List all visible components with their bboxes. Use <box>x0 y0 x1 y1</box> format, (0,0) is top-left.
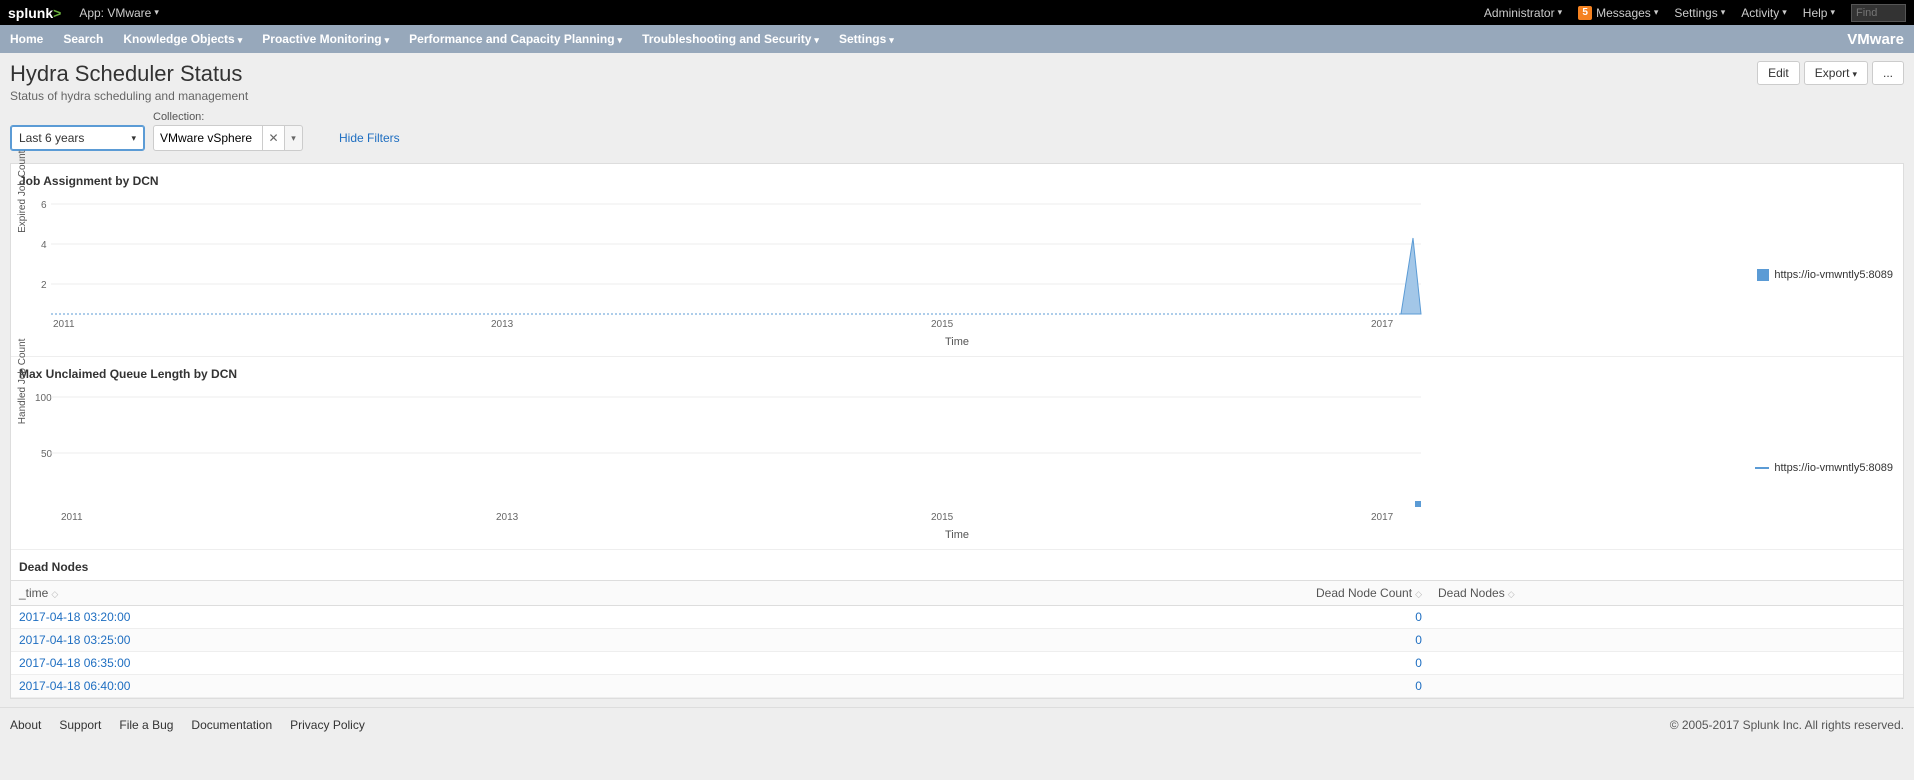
svg-text:2015: 2015 <box>931 319 954 330</box>
table-row: 2017-04-18 03:25:00 0 <box>11 629 1903 652</box>
svg-text:2011: 2011 <box>61 512 83 523</box>
admin-menu[interactable]: Administrator▾ <box>1484 6 1562 20</box>
chart1-legend[interactable]: https://io-vmwntly5:8089 <box>1757 269 1893 281</box>
topbar: splunk> App: VMware▾ Administrator▾ 5Mes… <box>0 0 1914 25</box>
footer-about[interactable]: About <box>10 718 41 732</box>
chart2-legend[interactable]: https://io-vmwntly5:8089 <box>1755 462 1893 474</box>
svg-text:2: 2 <box>41 280 47 291</box>
chart1-ylabel: Expired Job Count <box>17 151 28 233</box>
chevron-down-icon: ▾ <box>131 133 136 144</box>
svg-text:100: 100 <box>35 393 52 404</box>
collection-input[interactable] <box>153 125 263 151</box>
filters-row: Last 6 years▾ Collection: ✕ ▾ Hide Filte… <box>0 103 1914 163</box>
th-time[interactable]: _time◇ <box>11 581 843 606</box>
dead-nodes-table: _time◇ Dead Node Count◇ Dead Nodes◇ 2017… <box>11 580 1903 698</box>
chart1-xlabel: Time <box>11 336 1903 348</box>
sort-icon: ◇ <box>51 589 58 599</box>
count-link[interactable]: 0 <box>1415 679 1422 693</box>
footer-support[interactable]: Support <box>59 718 101 732</box>
table-row: 2017-04-18 06:35:00 0 <box>11 652 1903 675</box>
chart2-xlabel: Time <box>11 529 1903 541</box>
footer-copyright: © 2005-2017 Splunk Inc. All rights reser… <box>1670 718 1904 732</box>
svg-text:4: 4 <box>41 240 47 251</box>
nav-search[interactable]: Search <box>63 32 103 46</box>
svg-text:2017: 2017 <box>1371 319 1394 330</box>
app-selector[interactable]: App: VMware▾ <box>79 6 159 20</box>
svg-text:2013: 2013 <box>496 512 519 523</box>
hide-filters-link[interactable]: Hide Filters <box>339 131 400 145</box>
panel-title-2: Max Unclaimed Queue Length by DCN <box>11 356 1903 387</box>
legend-swatch-icon <box>1757 269 1769 281</box>
splunk-logo[interactable]: splunk> <box>8 5 61 21</box>
page-header: Hydra Scheduler Status Status of hydra s… <box>0 53 1914 103</box>
footer: About Support File a Bug Documentation P… <box>0 707 1914 742</box>
count-link[interactable]: 0 <box>1415 656 1422 670</box>
nav-knowledge-objects[interactable]: Knowledge Objects▾ <box>123 32 242 46</box>
clear-collection-icon[interactable]: ✕ <box>263 125 285 151</box>
svg-text:2017: 2017 <box>1371 512 1394 523</box>
settings-menu[interactable]: Settings▾ <box>1674 6 1725 20</box>
time-link[interactable]: 2017-04-18 06:35:00 <box>19 656 130 670</box>
help-menu[interactable]: Help▾ <box>1803 6 1835 20</box>
edit-button[interactable]: Edit <box>1757 61 1800 85</box>
chart2-plot[interactable]: 100 50 2011 2013 2015 2017 <box>11 387 1541 527</box>
panel-job-assignment: Job Assignment by DCN Expired Job Count … <box>10 163 1904 699</box>
chart1-plot[interactable]: 6 4 2 2011 2013 2015 2017 <box>11 194 1541 334</box>
nav-home[interactable]: Home <box>10 32 43 46</box>
svg-text:2011: 2011 <box>53 319 75 330</box>
chart2-ylabel: Handled Job Count <box>17 339 28 425</box>
count-link[interactable]: 0 <box>1415 633 1422 647</box>
sort-icon: ◇ <box>1415 589 1422 599</box>
app-navbar: Home Search Knowledge Objects▾ Proactive… <box>0 25 1914 53</box>
nav-proactive-monitoring[interactable]: Proactive Monitoring▾ <box>262 32 389 46</box>
table-row: 2017-04-18 03:20:00 0 <box>11 606 1903 629</box>
th-nodes[interactable]: Dead Nodes◇ <box>1430 581 1903 606</box>
nav-brand: VMware <box>1847 31 1904 48</box>
time-link[interactable]: 2017-04-18 06:40:00 <box>19 679 130 693</box>
messages-badge: 5 <box>1578 6 1592 20</box>
collection-label: Collection: <box>153 111 303 123</box>
more-button[interactable]: ... <box>1872 61 1904 85</box>
footer-documentation[interactable]: Documentation <box>191 718 272 732</box>
time-range-picker[interactable]: Last 6 years▾ <box>10 125 145 151</box>
nav-settings[interactable]: Settings▾ <box>839 32 894 46</box>
panel-title: Job Assignment by DCN <box>11 164 1903 194</box>
page-subtitle: Status of hydra scheduling and managemen… <box>10 89 248 103</box>
activity-menu[interactable]: Activity▾ <box>1741 6 1787 20</box>
count-link[interactable]: 0 <box>1415 610 1422 624</box>
svg-text:2015: 2015 <box>931 512 954 523</box>
export-button[interactable]: Export▾ <box>1804 61 1868 85</box>
legend-line-icon <box>1755 467 1769 469</box>
nav-performance[interactable]: Performance and Capacity Planning▾ <box>409 32 622 46</box>
table-row: 2017-04-18 06:40:00 0 <box>11 675 1903 698</box>
footer-file-bug[interactable]: File a Bug <box>119 718 173 732</box>
time-link[interactable]: 2017-04-18 03:25:00 <box>19 633 130 647</box>
messages-menu[interactable]: 5Messages▾ <box>1578 6 1658 20</box>
collection-dropdown-icon[interactable]: ▾ <box>285 125 303 151</box>
svg-text:50: 50 <box>41 449 53 460</box>
footer-privacy[interactable]: Privacy Policy <box>290 718 365 732</box>
nav-troubleshooting[interactable]: Troubleshooting and Security▾ <box>642 32 819 46</box>
dead-nodes-title: Dead Nodes <box>11 549 1903 580</box>
svg-text:2013: 2013 <box>491 319 514 330</box>
find-input[interactable] <box>1851 4 1906 22</box>
time-link[interactable]: 2017-04-18 03:20:00 <box>19 610 130 624</box>
sort-icon: ◇ <box>1508 589 1515 599</box>
th-count[interactable]: Dead Node Count◇ <box>843 581 1430 606</box>
svg-text:6: 6 <box>41 200 47 211</box>
page-title: Hydra Scheduler Status <box>10 61 248 87</box>
